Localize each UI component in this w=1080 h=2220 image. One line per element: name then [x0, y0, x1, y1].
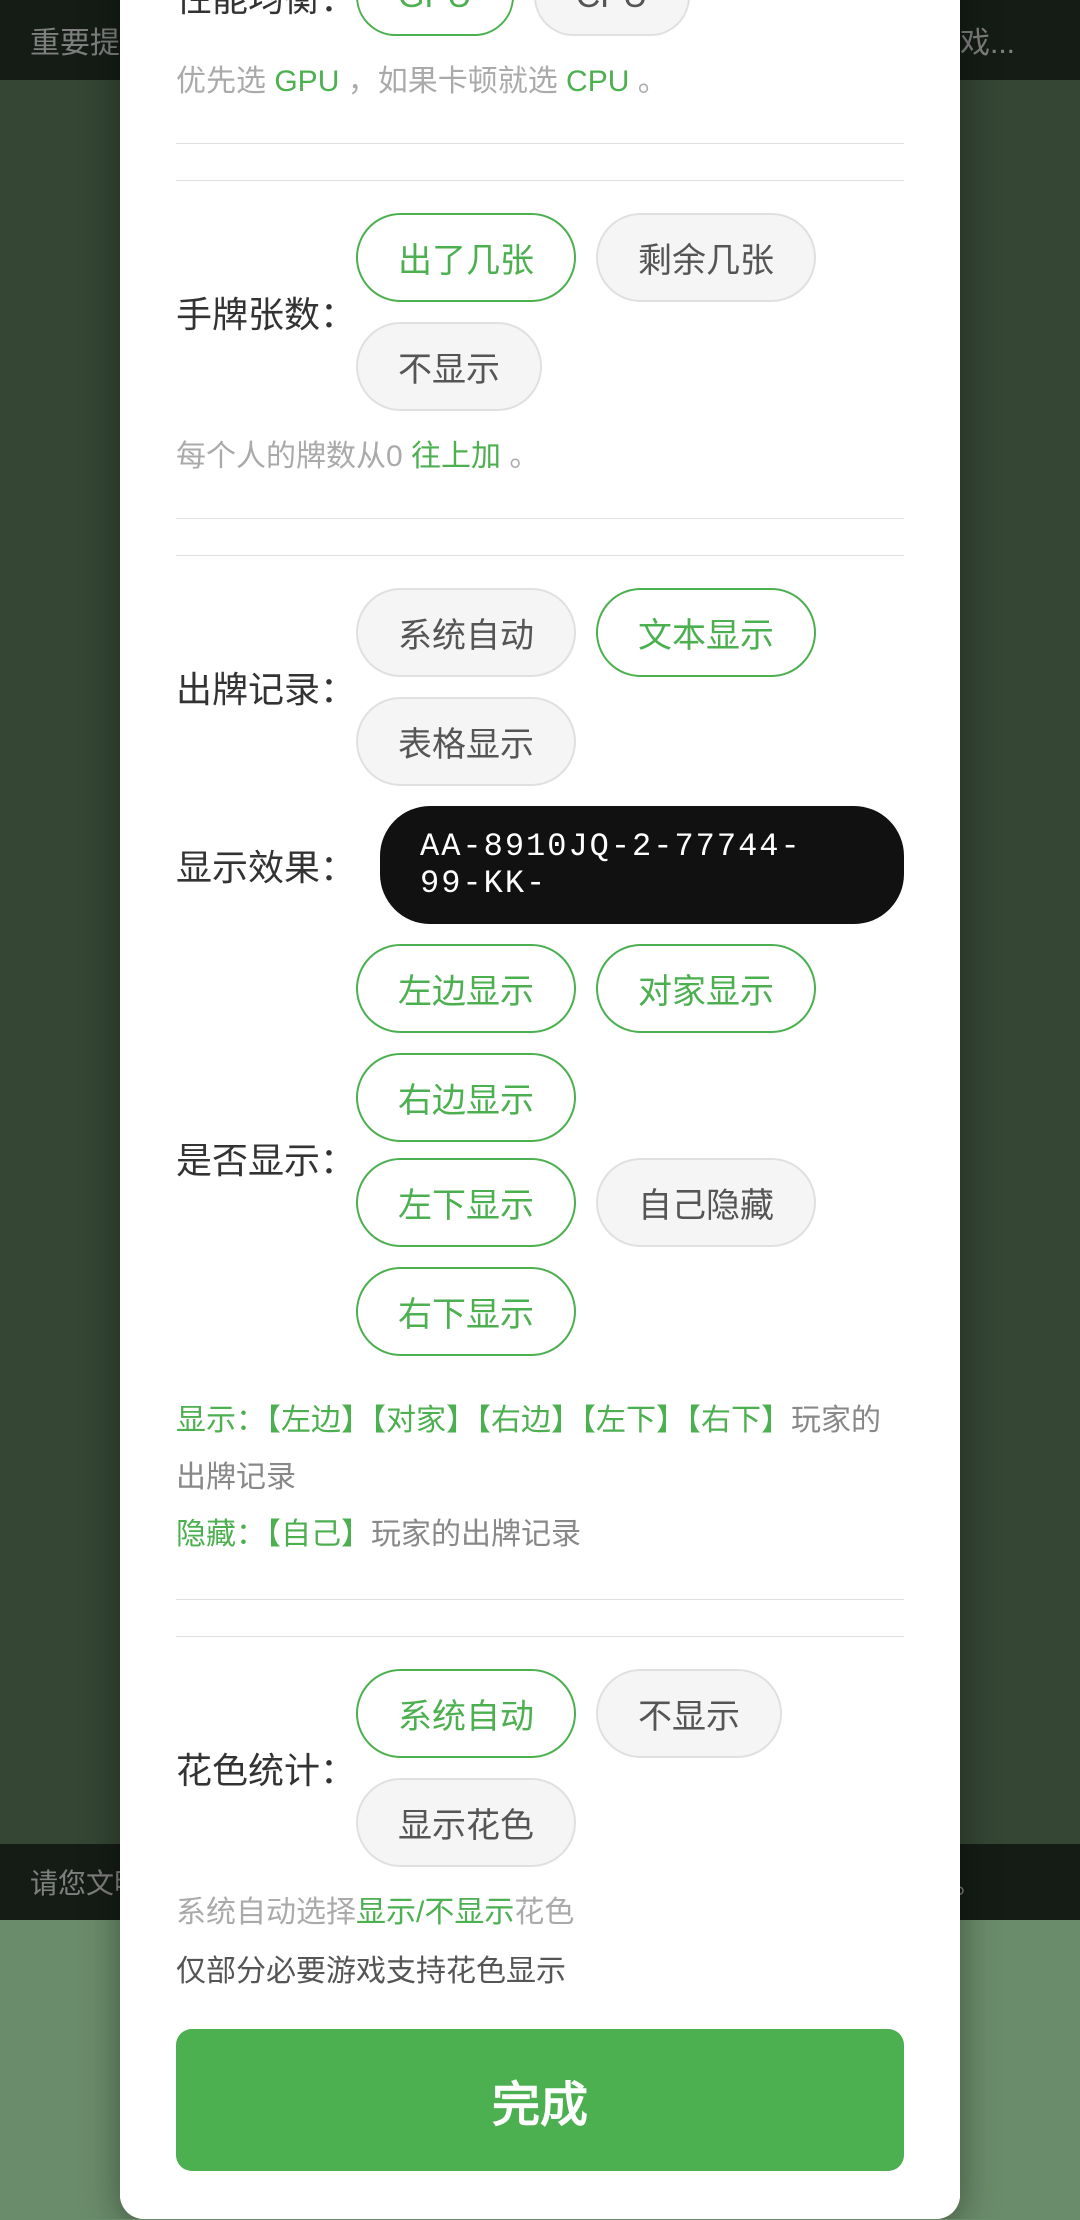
suit-stats-btn-group: 系统自动 不显示 显示花色	[356, 1669, 904, 1867]
card-count-btn-group: 出了几张 剩余几张 不显示	[356, 213, 904, 411]
card-count-hint: 每个人的牌数从0 往上加 。	[176, 431, 904, 482]
play-record-label: 出牌记录：	[176, 661, 356, 713]
left-display-button[interactable]: 左边显示	[356, 944, 576, 1033]
no-display-suit-button[interactable]: 不显示	[596, 1669, 782, 1758]
show-hint: 显示：【左边】【对家】【右边】【左下】【右下】玩家的出牌记录	[176, 1392, 904, 1506]
suit-stats-section: 花色统计： 系统自动 不显示 显示花色 系统自动选择显示/不显示花色 仅部分必要…	[176, 1669, 904, 1997]
card-count-row: 手牌张数： 出了几张 剩余几张 不显示	[176, 213, 904, 411]
complete-button[interactable]: 完成	[176, 2029, 904, 2171]
table-display-button[interactable]: 表格显示	[356, 697, 576, 786]
play-record-btn-group: 系统自动 文本显示 表格显示	[356, 588, 904, 786]
performance-section: 性能均衡： GPU CPU 优先选 GPU ，如果卡顿就选 CPU 。	[176, 0, 904, 144]
display-effect-label: 显示效果：	[176, 839, 356, 891]
modal-body: 性能均衡： GPU CPU 优先选 GPU ，如果卡顿就选 CPU 。 手牌张数…	[120, 0, 960, 2219]
bottom-left-display-button[interactable]: 左下显示	[356, 1158, 576, 1247]
visibility-row2: 左下显示 自己隐藏 右下显示	[356, 1158, 904, 1356]
visibility-buttons-container: 左边显示 对家显示 右边显示 左下显示 自己隐藏 右下显示	[356, 944, 904, 1372]
hide-hint: 隐藏：【自己】玩家的出牌记录	[176, 1506, 904, 1563]
suit-stats-hint2: 仅部分必要游戏支持花色显示	[176, 1946, 904, 1997]
show-suit-button[interactable]: 显示花色	[356, 1778, 576, 1867]
auto-record-button[interactable]: 系统自动	[356, 588, 576, 677]
display-effect-row: 显示效果： AA-8910JQ-2-77744-99-KK-	[176, 806, 904, 924]
visibility-label: 是否显示：	[176, 1132, 356, 1184]
dealt-count-button[interactable]: 出了几张	[356, 213, 576, 302]
play-record-row: 出牌记录： 系统自动 文本显示 表格显示	[176, 588, 904, 786]
card-count-section: 手牌张数： 出了几张 剩余几张 不显示 每个人的牌数从0 往上加 。	[176, 213, 904, 519]
performance-hint: 优先选 GPU ，如果卡顿就选 CPU 。	[176, 56, 904, 107]
performance-label: 性能均衡：	[176, 0, 356, 22]
opposite-display-button[interactable]: 对家显示	[596, 944, 816, 1033]
bottom-right-display-button[interactable]: 右下显示	[356, 1267, 576, 1356]
suit-stats-hint: 系统自动选择显示/不显示花色	[176, 1887, 904, 1938]
modal: 功能设置 × 性能均衡： GPU CPU 优先选 GPU ，如果卡顿就选 CPU…	[120, 0, 960, 2219]
play-record-section: 出牌记录： 系统自动 文本显示 表格显示 显示效果： AA-8910JQ-2-7…	[176, 588, 904, 1600]
performance-row: 性能均衡： GPU CPU	[176, 0, 904, 36]
visibility-label-row: 是否显示： 左边显示 对家显示 右边显示 左下显示 自己隐藏 右下显示	[176, 944, 904, 1372]
modal-overlay: 功能设置 × 性能均衡： GPU CPU 优先选 GPU ，如果卡顿就选 CPU…	[0, 0, 1080, 1920]
suit-stats-row: 花色统计： 系统自动 不显示 显示花色	[176, 1669, 904, 1867]
auto-suit-button[interactable]: 系统自动	[356, 1669, 576, 1758]
right-display-button[interactable]: 右边显示	[356, 1053, 576, 1142]
suit-stats-label: 花色统计：	[176, 1742, 356, 1794]
visibility-row1: 左边显示 对家显示 右边显示	[356, 944, 904, 1142]
visibility-hint: 显示：【左边】【对家】【右边】【左下】【右下】玩家的出牌记录 隐藏：【自己】玩家…	[176, 1392, 904, 1563]
no-display-count-button[interactable]: 不显示	[356, 322, 542, 411]
remaining-count-button[interactable]: 剩余几张	[596, 213, 816, 302]
gpu-button[interactable]: GPU	[356, 0, 514, 36]
text-display-button[interactable]: 文本显示	[596, 588, 816, 677]
cpu-button[interactable]: CPU	[534, 0, 690, 36]
performance-btn-group: GPU CPU	[356, 0, 904, 36]
display-effect-value: AA-8910JQ-2-77744-99-KK-	[380, 806, 904, 924]
card-count-label: 手牌张数：	[176, 286, 356, 338]
self-hide-button[interactable]: 自己隐藏	[596, 1158, 816, 1247]
